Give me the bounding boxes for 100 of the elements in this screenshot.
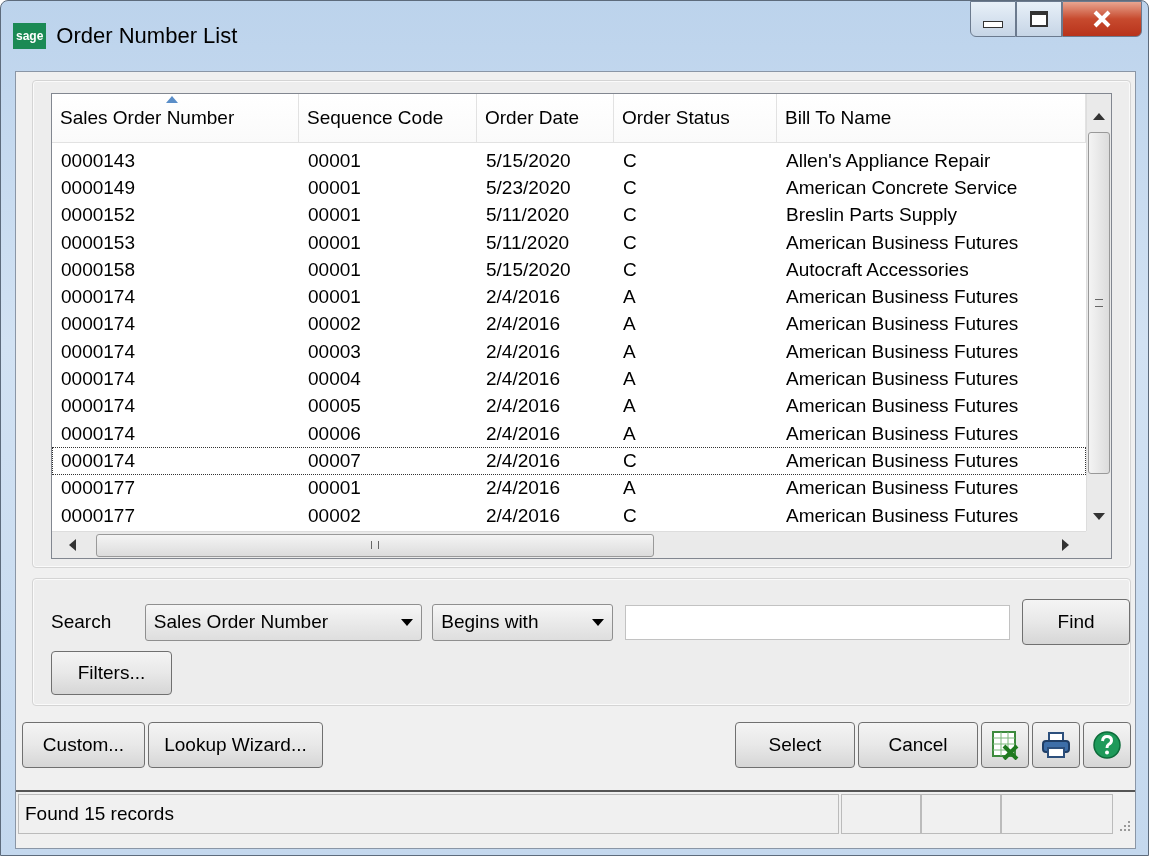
table-row[interactable]: 0000152 00001 5/11/2020 C Breslin Parts Supply xyxy=(52,201,1086,229)
table-row[interactable]: 0000174 00002 2/4/2016 A American Business Futures xyxy=(52,310,1086,339)
resize-grip-icon[interactable] xyxy=(1117,818,1131,832)
printer-icon xyxy=(1041,731,1071,759)
table-cell-text: American Business Futures xyxy=(785,313,1020,336)
minimize-button[interactable] xyxy=(970,1,1016,37)
table-row[interactable]: 0000143 00001 5/15/2020 C Allen's Appliance Repair xyxy=(52,147,1086,175)
table-cell-text: 2/4/2016 xyxy=(485,449,561,472)
table-cell-text: 0000174 xyxy=(60,395,136,418)
table-cell-text: 0000152 xyxy=(60,204,136,227)
table-row[interactable]: 0000174 00007 2/4/2016 C American Business Futures xyxy=(52,447,1086,475)
table-cell-text: C xyxy=(622,231,638,254)
table-cell-text: 5/15/2020 xyxy=(485,149,572,172)
table-cell-text: A xyxy=(622,477,637,500)
table-cell-text: American Concrete Service xyxy=(785,176,1019,199)
table-cell-text: 2/4/2016 xyxy=(485,395,561,418)
table-cell-text: 5/11/2020 xyxy=(485,231,571,254)
table-cell-text: 0000174 xyxy=(60,286,136,309)
table-cell-text: 00001 xyxy=(307,286,362,309)
table-cell-text: American Business Futures xyxy=(785,395,1020,418)
table-cell-text: 2/4/2016 xyxy=(485,504,561,527)
table-cell-text: 5/11/2020 xyxy=(485,204,571,227)
horizontal-scrollbar[interactable] xyxy=(52,531,1086,558)
scroll-down-icon[interactable] xyxy=(1093,513,1105,521)
table-cell-text: 0000174 xyxy=(60,422,136,445)
scroll-thumb[interactable] xyxy=(1088,132,1110,474)
scroll-left-icon[interactable] xyxy=(68,539,76,551)
column-header[interactable]: Sales Order Number xyxy=(52,94,299,142)
table-cell-text: 0000174 xyxy=(60,340,136,363)
table-row[interactable]: 0000174 00004 2/4/2016 A American Business Futures xyxy=(52,365,1086,393)
table-cell-text: American Business Futures xyxy=(785,340,1020,363)
table-cell-text: A xyxy=(622,368,637,390)
table-cell-text: 0000177 xyxy=(60,477,136,500)
table-cell-text: 2/4/2016 xyxy=(485,368,561,390)
table-row[interactable]: 0000149 00001 5/23/2020 C American Concrete Service xyxy=(52,174,1086,202)
table-cell-text: A xyxy=(622,422,637,445)
table-cell-text: 00001 xyxy=(307,149,362,172)
table-row[interactable]: 0000174 00006 2/4/2016 A American Business Futures xyxy=(52,419,1086,448)
table-cell-text: 5/15/2020 xyxy=(485,258,572,281)
table-cell-text: 0000174 xyxy=(60,368,136,390)
table-cell-text: 00002 xyxy=(307,313,362,336)
table-cell-text: 00001 xyxy=(307,231,362,254)
scroll-up-icon[interactable] xyxy=(1093,112,1105,120)
column-header[interactable]: Sequence Code xyxy=(299,94,477,142)
table-cell-text: 2/4/2016 xyxy=(485,340,561,363)
table-row[interactable]: 0000177 00002 2/4/2016 C American Business Futures xyxy=(52,501,1086,530)
table-cell-text: A xyxy=(622,286,637,309)
select-button[interactable]: Select xyxy=(735,722,855,768)
custom-button[interactable]: Custom... xyxy=(22,722,145,768)
table-cell-text: 0000153 xyxy=(60,231,136,254)
scroll-right-icon[interactable] xyxy=(1062,539,1070,551)
scroll-thumb[interactable] xyxy=(96,533,654,557)
table-cell-text: 0000149 xyxy=(60,176,136,199)
vertical-scrollbar[interactable] xyxy=(1086,94,1111,531)
table-cell-text: Allen's Appliance Repair xyxy=(785,149,992,172)
table-cell-text: American Business Futures xyxy=(785,286,1020,309)
table-row[interactable]: 0000174 00001 2/4/2016 A American Business Futures xyxy=(52,283,1086,311)
table-cell-text: 0000174 xyxy=(60,449,136,472)
maximize-button[interactable] xyxy=(1016,1,1062,37)
find-button[interactable]: Find xyxy=(1022,599,1130,645)
table-cell-text: 2/4/2016 xyxy=(485,286,561,309)
help-button[interactable] xyxy=(1083,722,1131,768)
table-row[interactable]: 0000174 00003 2/4/2016 A American Business Futures xyxy=(52,338,1086,366)
table-cell-text: 00004 xyxy=(307,368,362,390)
help-icon xyxy=(1092,730,1122,760)
table-cell-text: Breslin Parts Supply xyxy=(785,204,959,227)
filters-button[interactable]: Filters... xyxy=(51,651,172,695)
table-cell-text: C xyxy=(622,449,638,472)
search-field[interactable] xyxy=(624,604,1011,640)
table-cell-text: 2/4/2016 xyxy=(485,313,561,336)
cancel-button[interactable]: Cancel xyxy=(858,722,978,768)
table-row[interactable]: 0000174 00005 2/4/2016 A American Business Futures xyxy=(52,392,1086,420)
table-cell-text: A xyxy=(622,313,637,336)
operator-dropdown[interactable]: Begins with xyxy=(432,603,613,641)
close-icon xyxy=(1091,10,1113,28)
table-cell-text: American Business Futures xyxy=(785,449,1020,472)
table-cell-text: C xyxy=(622,176,638,199)
table-cell-text: 00005 xyxy=(307,395,362,418)
table-cell-text: American Business Futures xyxy=(785,368,1020,390)
print-button[interactable] xyxy=(1032,722,1080,768)
table-cell-text: American Business Futures xyxy=(785,422,1020,445)
table-cell-text: 00006 xyxy=(307,422,362,445)
table-row[interactable]: 0000153 00001 5/11/2020 C American Business Futures xyxy=(52,228,1086,257)
export-button[interactable] xyxy=(981,722,1029,768)
sage-logo: sage xyxy=(13,23,47,49)
table-cell-text: 0000143 xyxy=(60,149,136,172)
table-cell-text: C xyxy=(622,258,638,281)
field-dropdown[interactable]: Sales Order Number xyxy=(144,603,423,641)
column-header[interactable]: Order Status xyxy=(614,94,777,142)
lookup-wizard-button[interactable]: Lookup Wizard... xyxy=(148,722,323,768)
table-cell-text: 2/4/2016 xyxy=(485,477,561,500)
table-cell-text: 00001 xyxy=(307,204,362,227)
spreadsheet-icon xyxy=(990,730,1020,760)
table-cell-text: 00007 xyxy=(307,449,362,472)
column-header[interactable]: Bill To Name xyxy=(777,94,1086,142)
table-row[interactable]: 0000177 00001 2/4/2016 A American Business Futures xyxy=(52,474,1086,502)
table-cell-text: Autocraft Accessories xyxy=(785,258,970,281)
column-header[interactable]: Order Date xyxy=(477,94,614,142)
table-row[interactable]: 0000158 00001 5/15/2020 C Autocraft Accessories xyxy=(52,256,1086,284)
close-button[interactable] xyxy=(1062,1,1142,37)
